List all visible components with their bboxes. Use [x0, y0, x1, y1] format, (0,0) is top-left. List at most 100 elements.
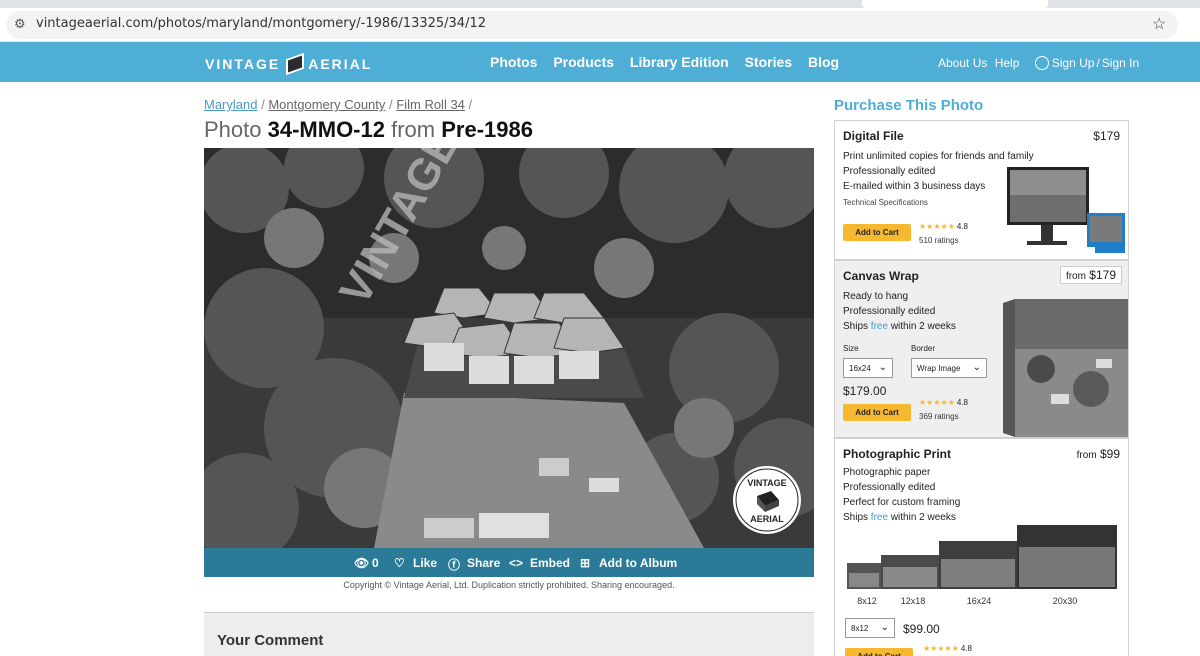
- nav-separator: /: [1096, 56, 1100, 70]
- page-title: Photo 34-MMO-12 from Pre-1986: [204, 117, 533, 143]
- views-count: 0: [372, 556, 379, 570]
- print-rating-value: 4.8: [960, 644, 972, 653]
- digital-file-price: $179: [1093, 129, 1120, 143]
- share-icon[interactable]: ⓕ: [448, 556, 460, 573]
- canvas-wrap-panel: Canvas Wrap from $179 Ready to hang Prof…: [834, 260, 1129, 438]
- nav-about-us[interactable]: About Us: [938, 56, 987, 70]
- canvas-border-label: Border: [911, 344, 936, 353]
- browser-toolbar: ⚙ vintageaerial.com/photos/maryland/mont…: [0, 8, 1200, 42]
- comment-section: Your Comment: [204, 612, 814, 656]
- nav-stories[interactable]: Stories: [745, 54, 792, 70]
- nav-library-edition[interactable]: Library Edition: [630, 54, 729, 70]
- add-to-album-icon[interactable]: ⊞: [580, 556, 590, 570]
- print-sizes-illustration: [847, 525, 1117, 589]
- views-icon: 👁: [354, 556, 370, 570]
- browser-tab-strip: [0, 0, 1200, 8]
- digital-rating-stars: ★★★★★ 4.8: [919, 222, 968, 231]
- print-size-label: 20x30: [1052, 596, 1078, 606]
- chevron-down-icon: ⌄: [972, 362, 981, 373]
- active-tab[interactable]: [862, 0, 1048, 8]
- logo-text-left: VINTAGE: [205, 56, 281, 72]
- print-size-select[interactable]: 8x12 ⌄: [845, 618, 895, 638]
- canvas-wrap-price: from $179: [1059, 266, 1122, 284]
- like-button[interactable]: Like: [413, 556, 437, 570]
- print-size-value: 8x12: [851, 624, 869, 633]
- badge-bottom-text: AERIAL: [750, 514, 784, 524]
- photo-action-bar: 👁 0 ♡ Like ⓕ Share <> Embed ⊞ Add to Alb…: [204, 548, 814, 577]
- canvas-ships-time: within 2 weeks: [890, 321, 956, 332]
- nav-products[interactable]: Products: [553, 54, 614, 70]
- breadcrumb-montgomery-county[interactable]: Montgomery County: [268, 97, 385, 112]
- account-nav: About Us Help Sign Up / Sign In: [938, 56, 1139, 70]
- nav-photos[interactable]: Photos: [490, 54, 537, 70]
- digital-file-name: Digital File: [843, 129, 904, 143]
- canvas-price-value: $179: [1089, 268, 1116, 282]
- canvas-ships: Ships: [843, 321, 869, 332]
- technical-specifications-link[interactable]: Technical Specifications: [843, 198, 928, 207]
- chevron-down-icon: ⌄: [880, 622, 889, 633]
- logo-text-right: AERIAL: [308, 56, 373, 72]
- canvas-size-label: Size: [843, 344, 859, 353]
- canvas-border-value: Wrap Image: [917, 364, 961, 373]
- canvas-border-select[interactable]: Wrap Image ⌄: [911, 358, 987, 378]
- canvas-from: from: [1065, 271, 1086, 282]
- print-feature: Perfect for custom framing: [843, 497, 961, 508]
- print-ships-time: within 2 weeks: [890, 512, 956, 523]
- nav-help[interactable]: Help: [995, 56, 1020, 70]
- purchase-title: Purchase This Photo: [834, 97, 984, 114]
- breadcrumb: Maryland / Montgomery County / Film Roll…: [204, 97, 472, 112]
- print-size-label: 16x24: [966, 596, 992, 606]
- aerial-photo-illustration: VINTAGE AERIAL VINTAGE AERIAL: [204, 148, 814, 548]
- print-size-label: 12x18: [900, 596, 926, 606]
- nav-blog[interactable]: Blog: [808, 54, 839, 70]
- breadcrumb-sep: /: [261, 97, 265, 112]
- print-current-price: $99.00: [903, 622, 940, 636]
- canvas-add-to-cart-button[interactable]: Add to Cart: [843, 404, 911, 421]
- print-price: from $99: [1077, 447, 1120, 461]
- canvas-rating-value: 4.8: [956, 398, 968, 407]
- print-size-label: 8x12: [857, 596, 877, 606]
- breadcrumb-maryland[interactable]: Maryland: [204, 97, 257, 112]
- print-add-to-cart-button[interactable]: Add to Cart: [845, 648, 913, 656]
- share-button[interactable]: Share: [467, 556, 500, 570]
- photographic-print-panel: Photographic Print from $99 Photographic…: [834, 438, 1129, 656]
- site-logo[interactable]: VINTAGE AERIAL: [205, 54, 372, 72]
- canvas-free: free: [870, 321, 889, 332]
- print-free: free: [870, 512, 889, 523]
- breadcrumb-sep: /: [389, 97, 393, 112]
- breadcrumb-film-roll[interactable]: Film Roll 34: [396, 97, 465, 112]
- embed-icon[interactable]: <>: [509, 556, 523, 570]
- digital-file-panel: Digital File $179 Print unlimited copies…: [834, 120, 1129, 260]
- digital-rating-value: 4.8: [956, 222, 968, 231]
- canvas-shipping: Ships free within 2 weeks: [843, 321, 956, 332]
- comment-label: Your Comment: [217, 632, 324, 649]
- canvas-ratings-count: 369 ratings: [919, 412, 959, 421]
- print-feature: Photographic paper: [843, 467, 931, 478]
- url-text[interactable]: vintageaerial.com/photos/maryland/montgo…: [36, 16, 486, 31]
- print-from: from: [1076, 450, 1097, 461]
- user-icon: [1034, 56, 1049, 70]
- canvas-feature: Ready to hang: [843, 291, 909, 302]
- canvas-wrap-name: Canvas Wrap: [843, 269, 919, 283]
- add-to-album-button[interactable]: Add to Album: [599, 556, 677, 570]
- title-code: 34-MMO-12: [267, 117, 385, 142]
- nav-sign-up[interactable]: Sign Up: [1052, 56, 1095, 70]
- logo-cube-icon: [284, 54, 304, 72]
- like-icon[interactable]: ♡: [394, 556, 405, 570]
- canvas-size-select[interactable]: 16x24 ⌄: [843, 358, 893, 378]
- embed-button[interactable]: Embed: [530, 556, 570, 570]
- canvas-rating-stars: ★★★★★ 4.8: [919, 398, 968, 407]
- site-settings-icon[interactable]: ⚙: [14, 16, 26, 32]
- canvas-size-value: 16x24: [849, 364, 871, 373]
- monitor-illustration: [1007, 167, 1125, 253]
- title-era: Pre-1986: [441, 117, 533, 142]
- print-price-value: $99: [1099, 447, 1120, 461]
- title-mid: from: [391, 117, 436, 142]
- bookmark-star-icon[interactable]: ☆: [1152, 14, 1166, 34]
- title-prefix: Photo: [204, 117, 262, 142]
- aerial-photo[interactable]: VINTAGE AERIAL VINTAGE AERIAL: [204, 148, 814, 548]
- breadcrumb-sep: /: [468, 97, 473, 112]
- digital-ratings-count: 510 ratings: [919, 236, 959, 245]
- digital-add-to-cart-button[interactable]: Add to Cart: [843, 224, 911, 241]
- nav-sign-in[interactable]: Sign In: [1102, 56, 1139, 70]
